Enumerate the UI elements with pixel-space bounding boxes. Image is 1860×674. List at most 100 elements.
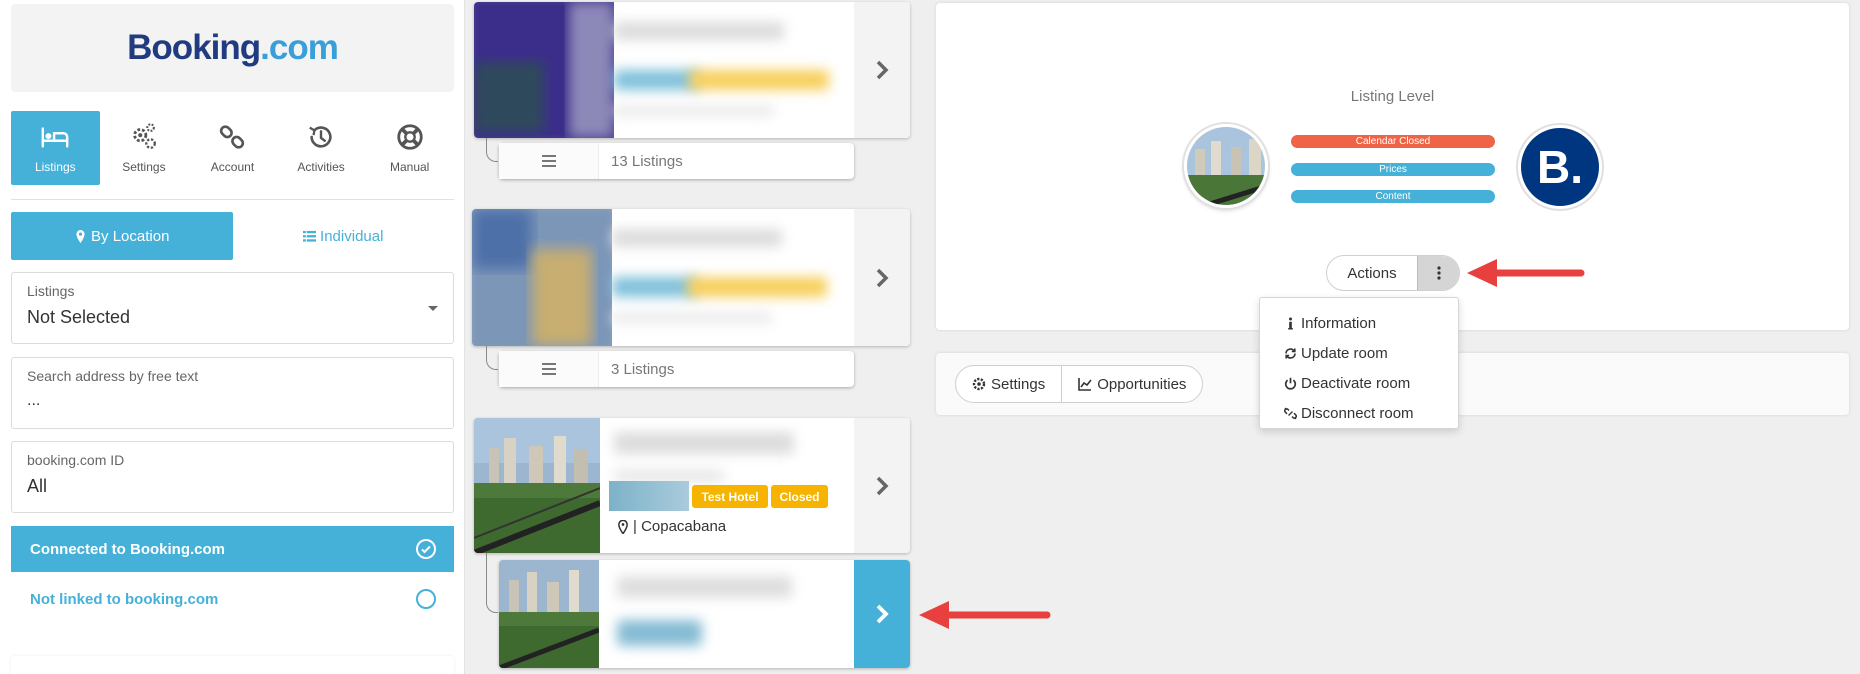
nav-listings[interactable]: Listings [11,111,100,185]
nav-manual-label: Manual [389,160,430,174]
list-icon [303,230,317,242]
search-address-label: Search address by free text [27,368,199,384]
open-group-button[interactable] [854,209,910,346]
blurred-text [614,106,774,116]
pill-label: Calendar Closed [1355,136,1431,147]
view-toggle: By Location Individual [11,212,454,260]
group-card-2[interactable] [472,209,910,346]
bed-icon [41,127,69,148]
connected-filter[interactable]: Connected to Booking.com [11,526,454,572]
individual-label: Individual [320,227,384,245]
chevron-right-icon [876,60,889,80]
chevron-down-icon [428,306,438,311]
sidebar-bottom-card [11,656,454,674]
connector [486,346,498,370]
unlink-icon [1284,407,1297,419]
menu-item-label: Deactivate room [1301,374,1411,392]
actions-label: Actions [1347,264,1397,282]
group-count-label: 13 Listings [611,152,683,170]
nav-listings-label: Listings [34,160,76,174]
booking-logo: Booking.com [127,28,339,68]
menu-item-label: Information [1301,314,1377,332]
menu-item-update-room[interactable]: Update room [1260,338,1458,368]
listing-avatar [1184,124,1268,208]
individual-button[interactable]: Individual [232,212,454,260]
blurred-title [614,22,784,40]
listing-level-panel: Listing Level Calendar Closed Prices Con… [936,3,1849,330]
group-thumbnail [474,2,614,138]
by-location-button[interactable]: By Location [11,212,233,260]
booking-id-input[interactable]: booking.com ID All [11,441,454,513]
blurred-badge [614,70,699,90]
opportunities-button[interactable]: Opportunities [1061,366,1202,402]
check-circle-icon [416,539,436,559]
blurred-badge [687,277,827,297]
hamburger-icon [499,143,599,179]
pill-label: Content [1375,191,1411,202]
actions-button-group: Actions [1326,255,1460,291]
refresh-icon [1285,347,1296,359]
blurred-title [617,576,792,598]
settings-label: Settings [991,375,1046,393]
content-pill: Content [1291,190,1495,203]
nav-settings-label: Settings [122,160,166,174]
blurred-badge [609,481,689,511]
map-marker-icon [76,229,85,243]
settings-button[interactable]: Settings [956,366,1061,402]
group-count-tab-2[interactable]: 3 Listings [499,351,854,387]
connector [486,553,498,613]
listing-card[interactable]: Test Hotel Closed | Copacabana [474,418,910,553]
menu-item-label: Disconnect room [1301,404,1414,422]
search-address-input[interactable]: Search address by free text ... [11,357,454,429]
menu-item-deactivate-room[interactable]: Deactivate room [1260,368,1458,398]
listings-select[interactable]: Listings Not Selected [11,272,454,344]
test-hotel-badge: Test Hotel [692,485,768,508]
group-count-label: 3 Listings [611,360,675,378]
nav-activities[interactable]: Activities [277,111,366,185]
empty-circle-icon [416,589,436,609]
open-child-listing-button[interactable] [854,560,910,668]
prices-pill: Prices [1291,163,1495,176]
blurred-badge [612,277,697,297]
group-count-tab-1[interactable]: 13 Listings [499,143,854,179]
open-group-button[interactable] [854,2,910,138]
group-card-1[interactable] [474,2,910,138]
child-listing-card[interactable] [499,560,910,668]
brand-letter: B. [1537,141,1583,193]
group-thumbnail [472,209,612,346]
connected-label: Connected to Booking.com [30,540,225,558]
listings-select-label: Listings [27,283,75,299]
listings-select-value: Not Selected [27,307,131,327]
menu-item-label: Update room [1301,344,1388,362]
actions-menu-toggle[interactable] [1417,256,1459,290]
listing-location-text: | Copacabana [633,518,727,535]
main-nav: Listings Settings Account Activities Man… [11,111,454,185]
map-marker-icon [618,519,628,534]
blurred-title [614,432,794,454]
nav-account[interactable]: Account [188,111,277,185]
pill-label: Prices [1379,164,1407,175]
actions-button[interactable]: Actions [1327,256,1417,290]
booking-id-value: All [27,476,48,496]
vertical-ellipsis-icon [1436,266,1441,280]
open-listing-button[interactable] [854,418,910,553]
menu-item-disconnect-room[interactable]: Disconnect room [1260,398,1458,428]
menu-item-information[interactable]: Information [1260,308,1458,338]
logo-box: Booking.com [11,4,454,92]
chevron-right-icon [876,268,889,287]
divider [11,199,454,200]
calendar-closed-pill: Calendar Closed [1291,135,1495,148]
power-icon [1284,377,1297,390]
blurred-title [612,229,782,247]
gear-icon [972,377,986,391]
by-location-label: By Location [91,227,170,245]
nav-manual[interactable]: Manual [365,111,454,185]
nav-activities-label: Activities [297,160,345,174]
logo-part-1: Booking [127,28,261,67]
listing-thumbnail [474,418,600,553]
lifebuoy-icon [397,124,423,150]
nav-settings[interactable]: Settings [100,111,189,185]
blurred-badge [617,620,702,646]
not-linked-filter[interactable]: Not linked to booking.com [11,576,454,622]
info-icon [1288,317,1293,329]
